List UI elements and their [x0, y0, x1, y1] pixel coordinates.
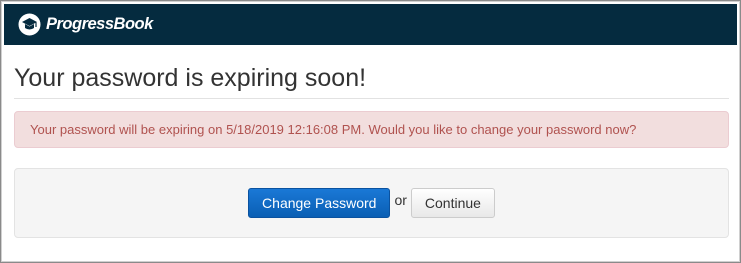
top-navbar: ProgressBook [4, 4, 737, 45]
actions-panel: Change Password or Continue [14, 168, 729, 238]
title-divider [14, 98, 729, 99]
brand-name: ProgressBook [46, 15, 153, 33]
page-frame: ProgressBook Your password is expiring s… [0, 0, 741, 263]
alert-message: Your password will be expiring on 5/18/2… [30, 122, 637, 137]
password-expiry-alert: Your password will be expiring on 5/18/2… [14, 111, 729, 148]
change-password-button[interactable]: Change Password [248, 188, 391, 218]
continue-button[interactable]: Continue [410, 188, 495, 218]
page-title: Your password is expiring soon! [14, 64, 367, 92]
or-separator: or [394, 192, 407, 208]
brand-logo: ProgressBook [17, 12, 153, 37]
progressbook-logo-icon [17, 12, 42, 37]
